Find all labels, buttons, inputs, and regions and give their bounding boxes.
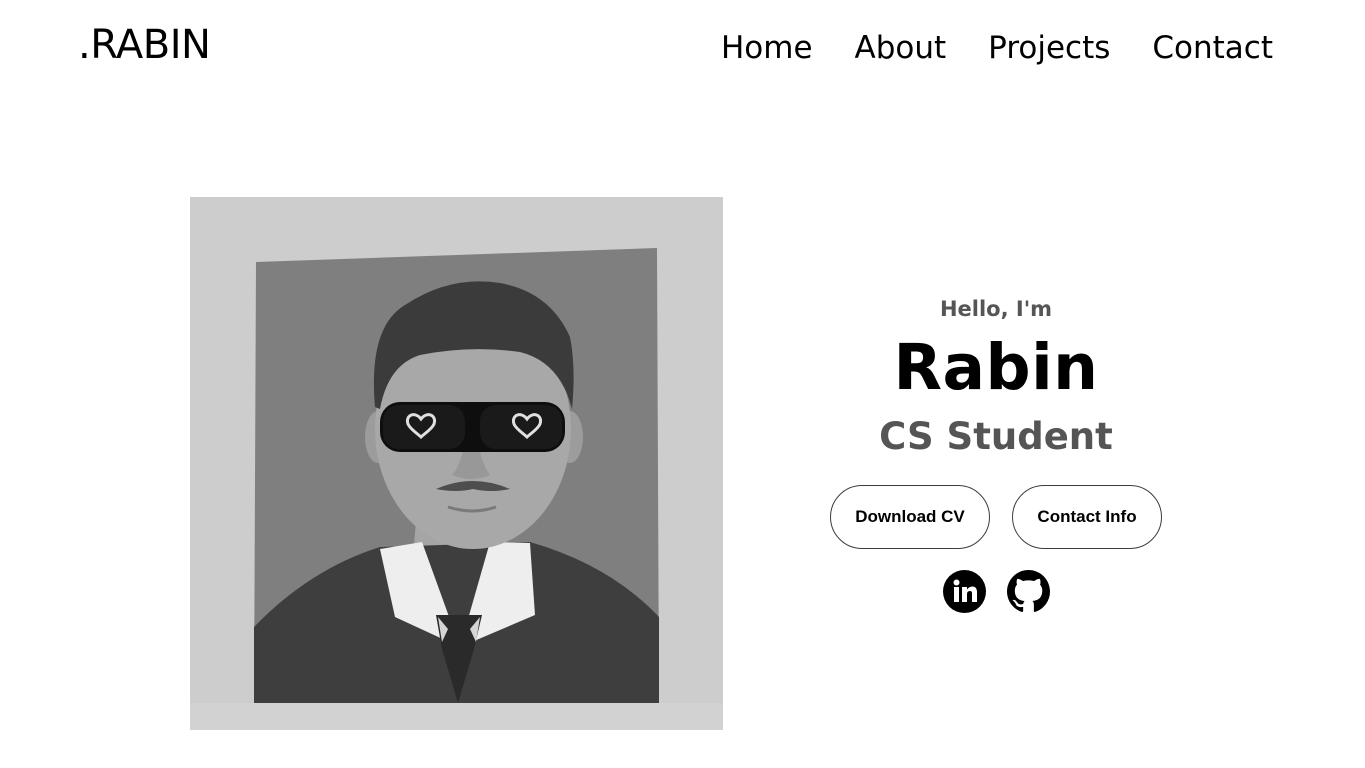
- page: .RABIN Home About Projects Contact Hello…: [0, 0, 1365, 768]
- profile-name: Rabin: [893, 331, 1099, 404]
- nav-link-projects[interactable]: Projects: [988, 30, 1110, 66]
- contact-info-button[interactable]: Contact Info: [1012, 485, 1162, 549]
- linkedin-icon[interactable]: [942, 570, 986, 613]
- social-links: [820, 570, 1172, 613]
- nav-link-about[interactable]: About: [855, 30, 947, 66]
- nav-link-contact[interactable]: Contact: [1152, 30, 1273, 66]
- nav-links: Home About Projects Contact: [721, 30, 1273, 66]
- site-logo[interactable]: .RABIN: [78, 22, 211, 68]
- greeting-text: Hello, I'm: [939, 297, 1053, 321]
- profile-photo: [190, 197, 723, 730]
- action-buttons: Download CV Contact Info: [820, 485, 1172, 549]
- nav-link-home[interactable]: Home: [721, 30, 813, 66]
- profile-role: CS Student: [879, 415, 1113, 458]
- download-cv-button[interactable]: Download CV: [830, 485, 990, 549]
- github-icon[interactable]: [1006, 570, 1050, 613]
- profile-intro: Hello, I'm Rabin CS Student Download CV …: [820, 290, 1172, 613]
- top-navigation: .RABIN Home About Projects Contact: [0, 0, 1365, 100]
